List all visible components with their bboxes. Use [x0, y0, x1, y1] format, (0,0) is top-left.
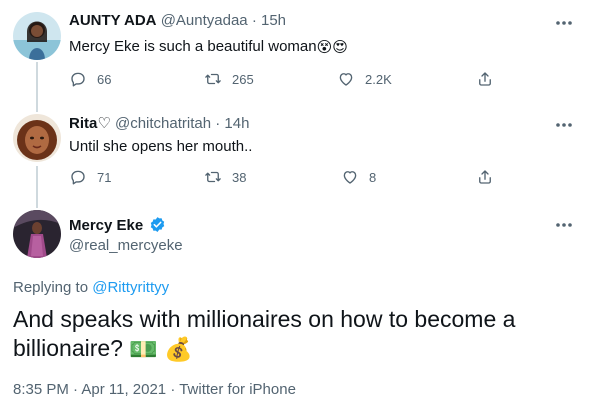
tweet-header: AUNTY ADA @Auntyadaa · 15h	[69, 12, 286, 29]
thread-line	[36, 166, 38, 200]
timestamp[interactable]: 14h	[224, 115, 249, 132]
main-tweet-text-content: And speaks with millionaires on how to b…	[13, 306, 516, 361]
like-button[interactable]: 2.2K	[337, 70, 392, 88]
reply-icon	[71, 72, 85, 87]
exploding-head-emoji: 😵	[316, 39, 333, 57]
reply-count: 71	[97, 169, 112, 185]
retweet-button[interactable]: 265	[204, 70, 254, 88]
thread-line	[36, 104, 38, 112]
tweet-rita[interactable]: Rita♡ @chitchatritah · 14h Until she ope…	[0, 104, 591, 200]
share-icon	[479, 72, 491, 86]
display-name[interactable]: Mercy Eke	[69, 217, 143, 234]
retweet-icon	[205, 73, 221, 85]
tweet-aunty-ada[interactable]: AUNTY ADA @Auntyadaa · 15h Mercy Eke is …	[0, 0, 591, 104]
share-button[interactable]	[476, 168, 494, 186]
reply-count: 66	[97, 71, 112, 87]
share-button[interactable]	[476, 70, 494, 88]
main-display-name[interactable]: Mercy Eke	[69, 216, 166, 234]
thread-line	[36, 62, 38, 104]
money-bag-emoji: 💰	[164, 336, 194, 363]
retweet-count: 265	[232, 71, 254, 87]
tweet-text: Until she opens her mouth..	[69, 138, 253, 155]
tweet-header: Rita♡ @chitchatritah · 14h	[69, 114, 249, 132]
heart-icon	[339, 73, 353, 86]
like-count: 8	[369, 169, 377, 185]
avatar[interactable]	[13, 12, 61, 60]
tweet-text-content: Mercy Eke is such a beautiful woman	[69, 38, 317, 55]
heart-icon	[343, 171, 357, 184]
reply-button[interactable]: 66	[69, 70, 111, 88]
tweet-text: Mercy Eke is such a beautiful woman😵😍	[69, 38, 348, 56]
reply-icon	[71, 170, 85, 185]
tweet-actions: 66 265 2.2K	[69, 70, 499, 92]
tweet-timestamp[interactable]: 8:35 PM · Apr 11, 2021 · Twitter for iPh…	[13, 381, 296, 398]
separator: ·	[251, 12, 257, 29]
like-button[interactable]: 8	[341, 168, 376, 186]
retweet-button[interactable]: 38	[204, 168, 246, 186]
dollar-banknote-emoji: 💵	[129, 336, 158, 363]
main-tweet-text: And speaks with millionaires on how to b…	[13, 305, 573, 364]
tweet-actions: 71 38 8	[69, 168, 499, 190]
display-name[interactable]: AUNTY ADA	[69, 12, 157, 29]
retweet-icon	[205, 171, 221, 183]
avatar[interactable]	[13, 114, 61, 162]
thread-line	[36, 200, 38, 208]
more-icon[interactable]	[554, 218, 574, 230]
reply-button[interactable]: 71	[69, 168, 111, 186]
heart-eyes-emoji: 😍	[332, 39, 348, 57]
replying-to: Replying to @Rittyrittyy	[13, 279, 169, 296]
like-count: 2.2K	[365, 71, 392, 87]
share-icon	[479, 170, 491, 184]
more-icon[interactable]	[554, 16, 574, 28]
display-name[interactable]: Rita♡	[69, 115, 111, 132]
main-handle[interactable]: @real_mercyeke	[69, 237, 183, 254]
retweet-count: 38	[232, 169, 247, 185]
replying-prefix: Replying to	[13, 279, 93, 296]
timestamp[interactable]: 15h	[261, 12, 286, 29]
handle[interactable]: @Auntyadaa	[161, 12, 248, 29]
handle[interactable]: @chitchatritah	[115, 115, 211, 132]
replying-to-link[interactable]: @Rittyrittyy	[92, 279, 169, 296]
more-icon[interactable]	[554, 118, 574, 130]
separator: ·	[215, 115, 221, 132]
avatar[interactable]	[13, 210, 61, 258]
verified-badge-icon	[151, 217, 165, 232]
